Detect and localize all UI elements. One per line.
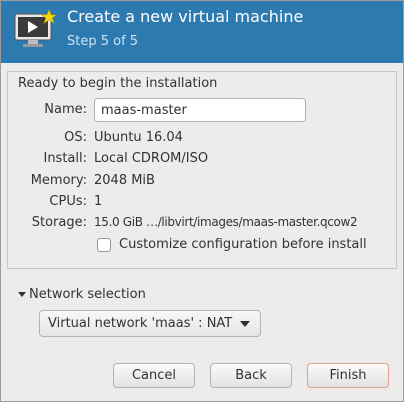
memory-value: 2048 MiB — [94, 173, 155, 188]
summary-heading: Ready to begin the installation — [18, 76, 218, 91]
customize-label[interactable]: Customize configuration before install — [119, 237, 367, 252]
network-selection-label: Network selection — [29, 287, 146, 302]
new-vm-dialog: Create a new virtual machine Step 5 of 5… — [0, 0, 404, 402]
cancel-button[interactable]: Cancel — [113, 363, 195, 388]
memory-label: Memory: — [30, 173, 87, 188]
customize-checkbox[interactable] — [97, 238, 111, 252]
install-value: Local CDROM/ISO — [94, 151, 209, 166]
expander-arrow-icon — [18, 292, 26, 297]
storage-label: Storage: — [31, 215, 87, 230]
wizard-title: Create a new virtual machine — [67, 7, 304, 26]
back-button[interactable]: Back — [210, 363, 292, 388]
install-label: Install: — [43, 151, 87, 166]
os-label: OS: — [64, 130, 87, 145]
network-source-combo[interactable]: Virtual network 'maas' : NAT — [39, 310, 261, 337]
network-source-value: Virtual network 'maas' : NAT — [48, 316, 233, 331]
chevron-down-icon — [240, 321, 250, 327]
name-label: Name: — [44, 102, 87, 117]
os-value: Ubuntu 16.04 — [94, 130, 183, 145]
wizard-header: Create a new virtual machine Step 5 of 5 — [1, 1, 403, 63]
name-field[interactable] — [94, 98, 306, 122]
monitor-play-icon — [14, 10, 57, 47]
wizard-step: Step 5 of 5 — [67, 34, 139, 49]
storage-value: 15.0 GiB …/libvirt/images/maas-master.qc… — [94, 215, 358, 229]
cpus-value: 1 — [94, 194, 103, 209]
cpus-label: CPUs: — [49, 194, 87, 209]
finish-button[interactable]: Finish — [307, 363, 389, 388]
